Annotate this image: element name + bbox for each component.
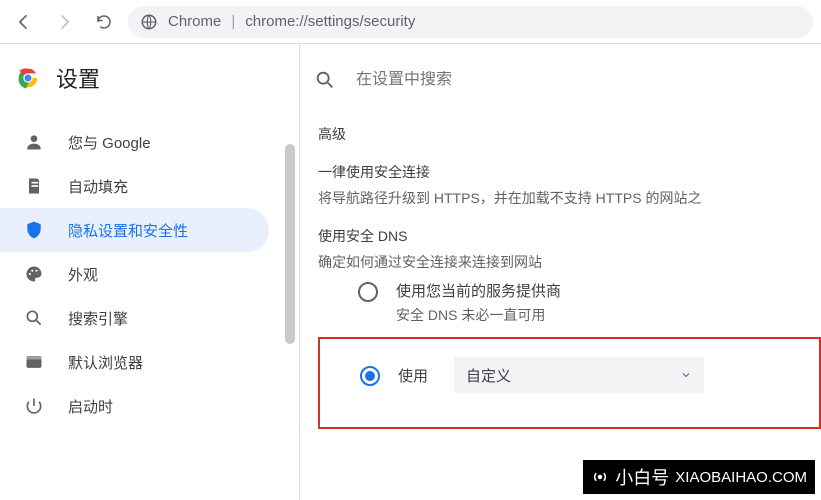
dropdown-value: 自定义: [466, 365, 511, 386]
palette-icon: [24, 264, 44, 284]
dns-option-custom[interactable]: 使用 自定义: [360, 357, 809, 393]
sidebar-item-privacy-security[interactable]: 隐私设置和安全性: [0, 208, 269, 252]
reload-button[interactable]: [88, 6, 120, 38]
sidebar-item-you-and-google[interactable]: 您与 Google: [0, 120, 269, 164]
section-heading-advanced: 高级: [318, 124, 821, 144]
https-desc: 将导航路径升级到 HTTPS，并在加载不支持 HTTPS 的网站之: [318, 188, 821, 208]
radio-button[interactable]: [360, 366, 380, 386]
content-area: 设置 您与 Google 自动填充 隐私设置和安全性 外观 搜索引擎: [0, 44, 821, 500]
url-protocol: Chrome: [168, 13, 221, 30]
watermark-en: XIAOBAIHAO.COM: [675, 469, 807, 486]
dns-option-current[interactable]: 使用您当前的服务提供商 安全 DNS 未必一直可用: [318, 272, 821, 325]
settings-search: [300, 52, 821, 108]
dns-option-current-sub: 安全 DNS 未必一直可用: [396, 305, 561, 325]
sidebar-item-label: 隐私设置和安全性: [68, 220, 188, 241]
sidebar-item-label: 搜索引擎: [68, 308, 128, 329]
back-button[interactable]: [8, 6, 40, 38]
search-icon: [314, 69, 336, 91]
dns-desc: 确定如何通过安全连接来连接到网站: [318, 252, 821, 272]
sidebar: 设置 您与 Google 自动填充 隐私设置和安全性 外观 搜索引擎: [0, 44, 300, 500]
sidebar-item-autofill[interactable]: 自动填充: [0, 164, 269, 208]
autofill-icon: [24, 176, 44, 196]
watermark: 小白号 XIAOBAIHAO.COM: [583, 460, 815, 494]
watermark-cn: 小白号: [615, 464, 669, 490]
chrome-logo-icon: [14, 64, 42, 92]
browser-icon: [24, 352, 44, 372]
person-icon: [24, 132, 44, 152]
sidebar-header: 设置: [0, 44, 299, 112]
broadcast-icon: [591, 468, 609, 486]
dns-option-current-label: 使用您当前的服务提供商: [396, 280, 561, 301]
power-icon: [24, 396, 44, 416]
search-icon: [24, 308, 44, 328]
settings-search-input[interactable]: [356, 71, 616, 89]
shield-icon: [24, 220, 44, 240]
sidebar-item-search-engine[interactable]: 搜索引擎: [0, 296, 269, 340]
sidebar-item-default-browser[interactable]: 默认浏览器: [0, 340, 269, 384]
url-separator: |: [231, 13, 235, 30]
https-title: 一律使用安全连接: [318, 162, 821, 182]
sidebar-item-label: 自动填充: [68, 176, 128, 197]
sidebar-item-label: 默认浏览器: [68, 352, 143, 373]
dns-provider-dropdown[interactable]: 自定义: [454, 357, 704, 393]
advanced-section: 高级 一律使用安全连接 将导航路径升级到 HTTPS，并在加载不支持 HTTPS…: [300, 124, 821, 429]
sidebar-list: 您与 Google 自动填充 隐私设置和安全性 外观 搜索引擎 默认浏览器: [0, 112, 299, 428]
sidebar-item-label: 启动时: [68, 396, 113, 417]
globe-icon: [140, 13, 158, 31]
dns-title: 使用安全 DNS: [318, 226, 821, 246]
secure-dns-group: 使用安全 DNS 确定如何通过安全连接来连接到网站 使用您当前的服务提供商 安全…: [318, 226, 821, 429]
sidebar-title: 设置: [56, 62, 100, 94]
highlight-box: 使用 自定义: [318, 337, 821, 429]
forward-button[interactable]: [48, 6, 80, 38]
sidebar-item-appearance[interactable]: 外观: [0, 252, 269, 296]
dns-option-custom-label: 使用: [398, 365, 428, 386]
sidebar-item-on-startup[interactable]: 启动时: [0, 384, 269, 428]
address-bar[interactable]: Chrome | chrome://settings/security: [128, 6, 813, 38]
sidebar-item-label: 外观: [68, 264, 98, 285]
sidebar-scrollbar[interactable]: [285, 144, 295, 344]
url-text: chrome://settings/security: [245, 13, 415, 30]
radio-button[interactable]: [358, 282, 378, 302]
main-panel: 高级 一律使用安全连接 将导航路径升级到 HTTPS，并在加载不支持 HTTPS…: [300, 44, 821, 500]
chevron-down-icon: [680, 369, 692, 381]
sidebar-item-label: 您与 Google: [68, 132, 151, 153]
browser-toolbar: Chrome | chrome://settings/security: [0, 0, 821, 44]
